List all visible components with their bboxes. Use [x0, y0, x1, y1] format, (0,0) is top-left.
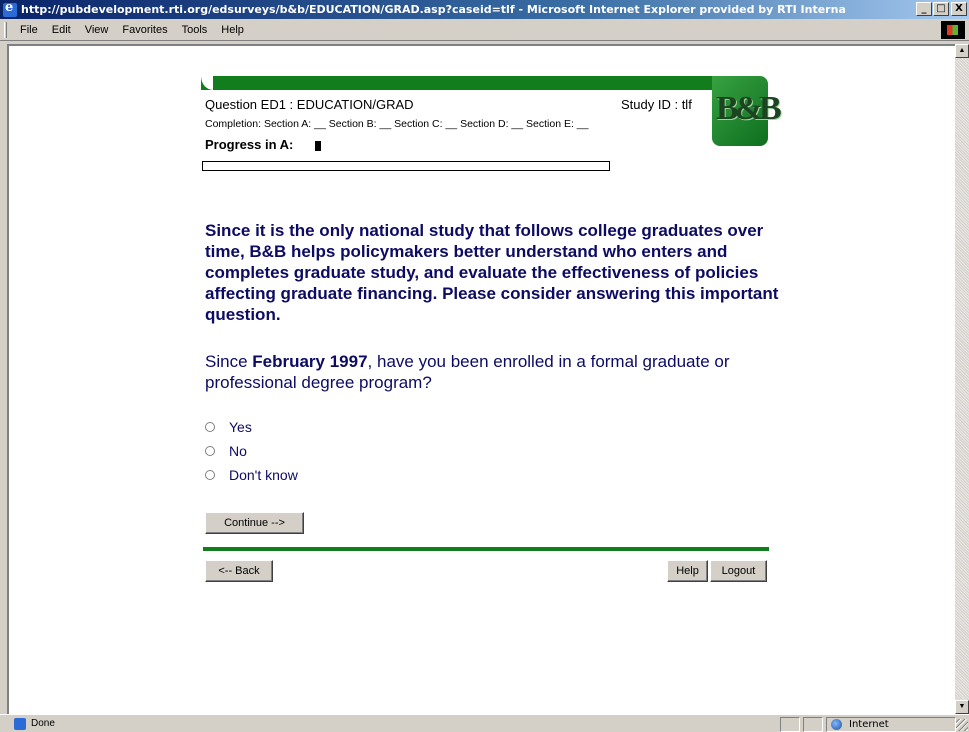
option-yes[interactable]: Yes: [205, 419, 252, 435]
option-dont-know[interactable]: Don't know: [205, 467, 298, 483]
menu-file[interactable]: File: [13, 24, 45, 36]
menu-favorites[interactable]: Favorites: [115, 24, 174, 36]
radio-dont-know[interactable]: [205, 470, 215, 480]
bb-logo: B&B: [712, 76, 782, 146]
continue-button[interactable]: Continue -->: [205, 512, 304, 534]
status-text: Done: [31, 718, 55, 729]
radio-no[interactable]: [205, 446, 215, 456]
question-id: Question ED1 : EDUCATION/GRAD: [205, 97, 414, 112]
status-panel: [803, 717, 823, 732]
option-no[interactable]: No: [205, 443, 247, 459]
windows-logo-icon: [941, 21, 965, 39]
status-bar: Done Internet: [0, 714, 969, 732]
resize-grip-icon[interactable]: [956, 719, 968, 731]
header-accent-bar: [201, 76, 721, 90]
study-id: Study ID : tlf: [621, 97, 692, 112]
menu-bar: File Edit View Favorites Tools Help: [0, 19, 969, 41]
progress-track: [202, 161, 610, 171]
progress-label: Progress in A:: [205, 137, 294, 152]
menu-help[interactable]: Help: [214, 24, 251, 36]
globe-icon: [831, 719, 842, 730]
menu-edit[interactable]: Edit: [45, 24, 78, 36]
help-button[interactable]: Help: [667, 560, 708, 582]
ie-icon: [3, 0, 17, 17]
title-bar: http://pubdevelopment.rti.org/edsurveys/…: [0, 0, 969, 19]
window-controls: _ □ X: [915, 2, 967, 16]
option-yes-label[interactable]: Yes: [229, 419, 252, 435]
intro-text: Since it is the only national study that…: [205, 221, 779, 324]
vertical-scrollbar[interactable]: ▲ ▼: [955, 44, 969, 714]
minimize-button[interactable]: _: [916, 2, 932, 16]
menu-view[interactable]: View: [78, 24, 116, 36]
footer-divider: [203, 547, 769, 551]
radio-yes[interactable]: [205, 422, 215, 432]
option-dont-know-label[interactable]: Don't know: [229, 467, 298, 483]
completion-status: Completion: Section A: __ Section B: __ …: [205, 118, 589, 130]
progress-indicator: [315, 141, 321, 151]
question-text: Since February 1997, have you been enrol…: [205, 351, 785, 393]
close-button[interactable]: X: [951, 2, 967, 16]
scroll-down-icon[interactable]: ▼: [955, 700, 969, 714]
zone-label: Internet: [849, 719, 889, 730]
security-zone: Internet: [826, 717, 956, 732]
scroll-up-icon[interactable]: ▲: [955, 44, 969, 58]
question-date: February 1997: [252, 352, 368, 371]
option-no-label[interactable]: No: [229, 443, 247, 459]
logo-text: B&B: [716, 90, 782, 127]
page-done-icon: [14, 718, 26, 730]
back-button[interactable]: <-- Back: [205, 560, 273, 582]
question-prefix: Since: [205, 352, 253, 371]
page-content: B&B Question ED1 : EDUCATION/GRAD Study …: [7, 44, 955, 714]
browser-window: http://pubdevelopment.rti.org/edsurveys/…: [0, 0, 969, 732]
menu-tools[interactable]: Tools: [175, 24, 215, 36]
logout-button[interactable]: Logout: [710, 560, 767, 582]
status-panel: [780, 717, 800, 732]
toolbar-grip[interactable]: [4, 21, 7, 38]
maximize-button[interactable]: □: [933, 2, 949, 16]
window-title: http://pubdevelopment.rti.org/edsurveys/…: [21, 3, 846, 16]
